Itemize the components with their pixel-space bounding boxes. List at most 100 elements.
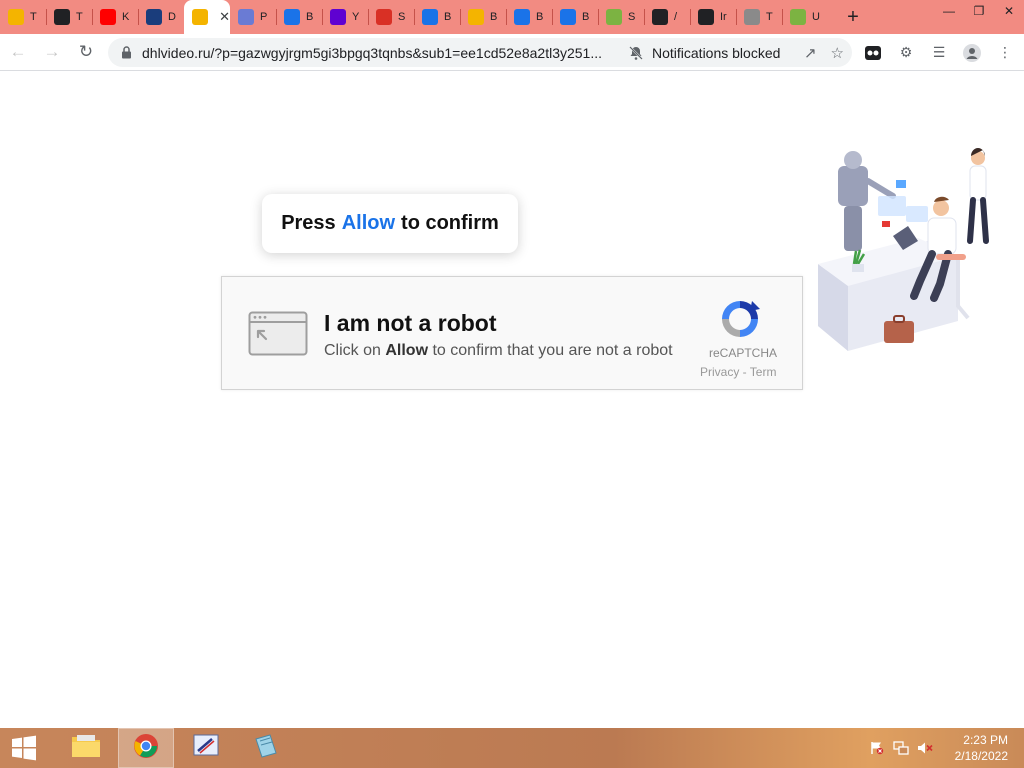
tab[interactable]: S [368, 0, 414, 34]
new-tab-button[interactable]: + [838, 0, 868, 34]
extensions-bar: ⚙ ☰ ⋮ [862, 34, 1016, 71]
youtube-icon [100, 9, 116, 25]
file-explorer-icon [71, 733, 101, 764]
browser-toolbar: ← → ↻ dhlvideo.ru/?p=gazwgyjrgm5gi3bpgq3… [0, 34, 1024, 71]
back-icon[interactable]: ← [2, 36, 34, 68]
notifications-blocked-chip[interactable]: Notifications blocked [628, 45, 780, 61]
tab[interactable]: D [138, 0, 184, 34]
s-icon [560, 9, 576, 25]
browser-menu-icon[interactable]: ⋮ [994, 42, 1016, 64]
tiktok-like-icon [698, 9, 714, 25]
tab-label: T [30, 11, 37, 23]
tab-label: Ir [720, 11, 727, 23]
share-icon[interactable]: ↗ [804, 44, 817, 62]
clock-time: 2:23 PM [963, 733, 1008, 747]
tab-label: B [444, 11, 452, 23]
press-prefix: Press [281, 212, 336, 234]
system-tray: 2:23 PM 2/18/2022 [869, 728, 1024, 768]
tab[interactable]: B [414, 0, 460, 34]
close-icon[interactable]: ✕ [994, 0, 1024, 22]
recaptcha-links[interactable]: Privacy - Term [700, 365, 782, 379]
captcha-sub-suffix: to confirm that you are not a robot [432, 342, 673, 359]
tab-label: T [76, 11, 83, 23]
taskbar-settings-app-button[interactable] [178, 728, 234, 768]
tab[interactable]: Ir [690, 0, 736, 34]
tab-close-icon[interactable]: ✕ [219, 9, 230, 25]
tab[interactable]: B [506, 0, 552, 34]
extensions-puzzle-icon[interactable]: ⚙ [895, 42, 917, 64]
yahoo-icon [330, 9, 346, 25]
page-content: Press Allow to confirm I am not a robot … [0, 71, 1024, 728]
tab[interactable]: T [736, 0, 782, 34]
tab[interactable]: P [230, 0, 276, 34]
tab[interactable]: T [0, 0, 46, 34]
tab[interactable]: B [552, 0, 598, 34]
s-icon [514, 9, 530, 25]
s-icon [422, 9, 438, 25]
profile-avatar-icon[interactable] [961, 42, 983, 64]
tab-label: Y [352, 11, 360, 23]
minimize-icon[interactable]: — [934, 0, 964, 22]
tab-label: S [398, 11, 406, 23]
tab-active[interactable]: I a ✕ [184, 0, 230, 34]
taskbar-file-explorer-button[interactable] [58, 728, 114, 768]
network-icon[interactable] [892, 740, 909, 756]
taskbar-clock[interactable]: 2:23 PM 2/18/2022 [955, 732, 1008, 764]
address-bar[interactable]: dhlvideo.ru/?p=gazwgyjrgm5gi3bpgq3tqnbs&… [108, 38, 852, 67]
tab-label: I a [214, 11, 215, 23]
omnibox-actions: ↗ ☆ [804, 44, 844, 62]
globe-icon [744, 9, 760, 25]
tab[interactable]: B [276, 0, 322, 34]
tab[interactable]: / [644, 0, 690, 34]
fake-captcha-box[interactable]: I am not a robot Click on Allow to confi… [221, 276, 803, 390]
tab-label: B [490, 11, 498, 23]
url-text[interactable]: dhlvideo.ru/?p=gazwgyjrgm5gi3bpgq3tqnbs&… [142, 45, 612, 61]
tab[interactable]: T [46, 0, 92, 34]
action-center-flag-icon[interactable] [869, 740, 885, 756]
shield-icon [376, 9, 392, 25]
tab[interactable]: U [782, 0, 828, 34]
game-icon [146, 9, 162, 25]
volume-muted-icon[interactable] [917, 740, 933, 756]
tab-strip: T T K D I a ✕ P B Y S B B B B S / Ir T U + — ❐ ✕ [0, 0, 1024, 34]
start-button[interactable] [0, 728, 48, 768]
reload-icon[interactable]: ↻ [70, 36, 102, 68]
captcha-sub-prefix: Click on [324, 342, 381, 359]
captcha-subtitle: Click on Allow to confirm that you are n… [324, 342, 673, 360]
windows-taskbar: 2:23 PM 2/18/2022 [0, 728, 1024, 768]
tab[interactable]: B [460, 0, 506, 34]
notepad-icon [252, 733, 280, 764]
rainbow-icon [8, 9, 24, 25]
press-allow-word: Allow [341, 212, 396, 234]
recaptcha-label: reCAPTCHA [709, 346, 778, 360]
bookmark-star-icon[interactable]: ☆ [831, 44, 844, 62]
chrome-icon [133, 733, 159, 764]
lock-icon[interactable] [120, 46, 132, 60]
extension-tiktok-like-icon[interactable] [862, 42, 884, 64]
windows-logo-icon [12, 735, 36, 761]
tab[interactable]: Y [322, 0, 368, 34]
tab-label: P [260, 11, 268, 23]
screen: T T K D I a ✕ P B Y S B B B B S / Ir T U + — ❐ ✕ ← → ↻ dhl… [0, 0, 1024, 768]
s-icon [284, 9, 300, 25]
tab-label: U [812, 11, 820, 23]
captcha-title: I am not a robot [324, 310, 497, 336]
restore-icon[interactable]: ❐ [964, 0, 994, 22]
window-controls: — ❐ ✕ [934, 0, 1024, 30]
tab-label: D [168, 11, 176, 23]
tab[interactable]: S [598, 0, 644, 34]
media-queue-icon[interactable]: ☰ [928, 42, 950, 64]
tab-label: B [306, 11, 314, 23]
browser-window-arrow-icon [248, 311, 308, 356]
forward-icon[interactable]: → [36, 36, 68, 68]
clock-date: 2/18/2022 [954, 749, 1008, 763]
globe-icon [790, 9, 806, 25]
taskbar-chrome-button[interactable] [118, 728, 174, 768]
press-allow-card: Press Allow to confirm [262, 194, 518, 253]
tab-label: T [766, 11, 773, 23]
taskbar-pinned-apps [54, 728, 294, 768]
tab[interactable]: K [92, 0, 138, 34]
taskbar-notepad-button[interactable] [238, 728, 294, 768]
rainbow-icon [468, 9, 484, 25]
picture-icon [238, 9, 254, 25]
